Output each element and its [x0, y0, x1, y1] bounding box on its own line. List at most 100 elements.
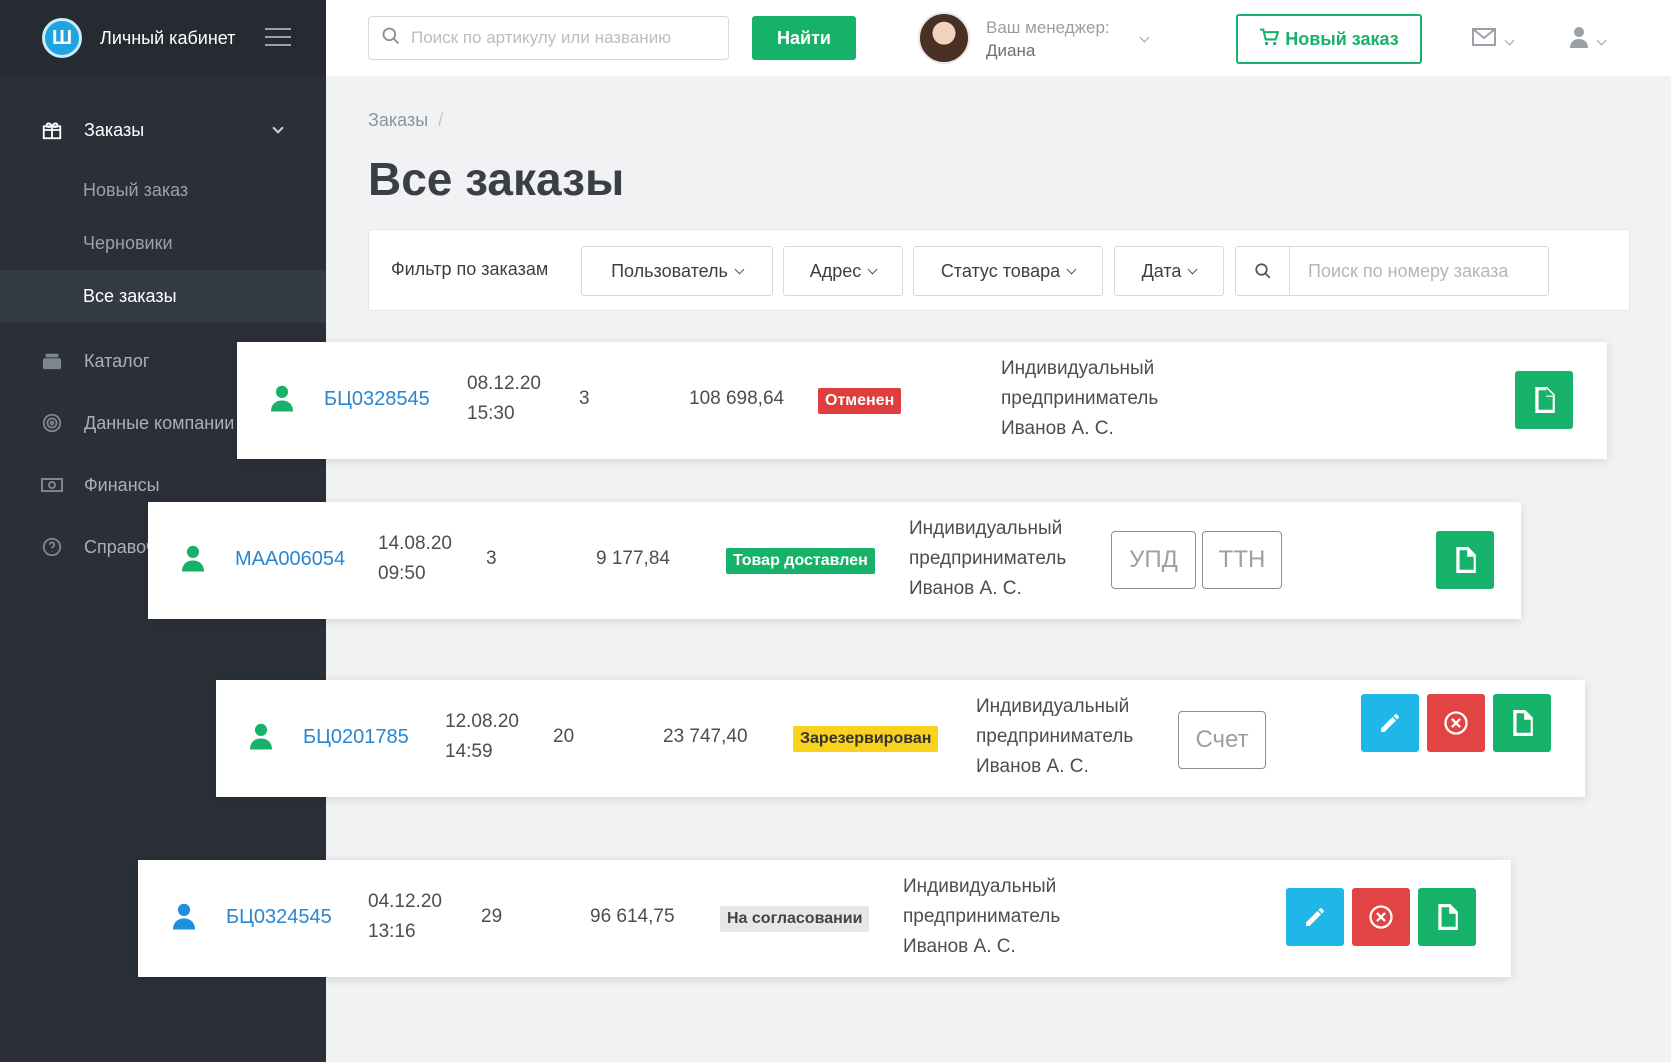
order-card: МАА006054 14.08.20 09:50 3 9 177,84 Товар… — [148, 502, 1521, 619]
money-icon — [40, 473, 64, 497]
user-menu[interactable] — [1570, 26, 1607, 54]
order-customer: Индивидуальный предприниматель Иванов А. С… — [1001, 358, 1159, 439]
date-filter-dropdown[interactable]: Дата — [1114, 246, 1224, 296]
order-number-search-input[interactable] — [1290, 247, 1548, 295]
search-icon[interactable] — [1236, 247, 1290, 295]
user-icon — [250, 722, 272, 755]
close-circle-icon — [1369, 905, 1393, 929]
order-date: 12.08.20 14:59 — [445, 711, 519, 762]
order-date: 08.12.20 15:30 — [467, 373, 541, 424]
status-badge: На согласовании — [720, 906, 870, 932]
order-card: БЦ0324545 04.12.20 13:16 29 96 614,75 На … — [138, 860, 1511, 977]
cart-icon — [1259, 28, 1280, 51]
gift-icon — [40, 118, 64, 142]
document-button[interactable] — [1515, 371, 1573, 429]
order-customer: Индивидуальный предприниматель Иванов А. С… — [976, 696, 1134, 777]
order-number-link[interactable]: БЦ0324545 — [226, 902, 332, 932]
chevron-down-icon — [867, 264, 878, 274]
sidebar-subitem-drafts[interactable]: Черновики — [0, 217, 326, 270]
sidebar-subitem-new-order[interactable]: Новый заказ — [0, 164, 326, 217]
status-badge: Зарезервирован — [793, 726, 939, 752]
sidebar-item-orders[interactable]: Заказы — [0, 102, 326, 158]
user-icon — [1570, 26, 1588, 54]
order-customer: Индивидуальный предприниматель Иванов А. С… — [903, 876, 1061, 957]
fingerprint-icon — [40, 411, 64, 435]
order-date: 14.08.20 09:50 — [378, 533, 452, 584]
order-qty: 3 — [579, 388, 590, 409]
document-icon — [1438, 904, 1458, 930]
upd-document-button[interactable]: УПД — [1111, 531, 1196, 589]
page-title: Все заказы — [368, 153, 625, 205]
order-qty: 20 — [553, 726, 575, 747]
order-number-search[interactable] — [1235, 246, 1549, 296]
product-search[interactable] — [368, 16, 729, 60]
new-order-button[interactable]: Новый заказ — [1236, 14, 1422, 64]
order-number-link[interactable]: МАА006054 — [235, 544, 345, 574]
chevron-down-icon — [734, 264, 745, 274]
logo-icon[interactable]: Ш — [42, 18, 82, 58]
help-icon — [40, 535, 64, 559]
edit-button[interactable] — [1361, 694, 1419, 752]
sidebar-header: Ш Личный кабинет — [0, 0, 326, 76]
user-icon — [271, 384, 293, 417]
search-icon — [381, 26, 401, 51]
sidebar-item-label: Заказы — [84, 119, 145, 140]
cancel-order-button[interactable] — [1427, 694, 1485, 752]
sidebar-title: Личный кабинет — [100, 27, 236, 48]
ttn-document-button[interactable]: ТТН — [1202, 531, 1282, 589]
hamburger-menu-icon[interactable] — [265, 28, 291, 52]
address-filter-label: Адрес — [809, 260, 862, 281]
date-filter-label: Дата — [1141, 260, 1182, 281]
document-button[interactable] — [1436, 531, 1494, 589]
product-search-input[interactable] — [411, 28, 711, 48]
order-qty: 29 — [481, 906, 503, 927]
document-icon — [1513, 710, 1533, 736]
order-customer: Индивидуальный предприниматель Иванов А. С… — [909, 518, 1067, 599]
manager-info[interactable]: Ваш менеджер: Диана — [986, 16, 1110, 62]
user-filter-dropdown[interactable]: Пользователь — [581, 246, 773, 296]
catalog-icon — [40, 349, 64, 373]
invoice-button[interactable]: Счет — [1178, 711, 1266, 769]
order-number-link[interactable]: БЦ0201785 — [303, 722, 409, 752]
find-button[interactable]: Найти — [752, 16, 856, 60]
mail-menu[interactable] — [1472, 28, 1515, 52]
chevron-down-icon — [272, 122, 284, 134]
user-icon — [182, 544, 204, 577]
cancel-order-button[interactable] — [1352, 888, 1410, 946]
chevron-down-icon — [1596, 35, 1607, 45]
chevron-down-icon — [1066, 264, 1077, 274]
document-icon — [1535, 387, 1555, 413]
user-icon — [173, 902, 195, 935]
user-filter-label: Пользователь — [611, 260, 728, 281]
manager-name: Диана — [986, 41, 1036, 60]
status-filter-label: Статус товара — [940, 260, 1061, 281]
filter-bar: Фильтр по заказам Пользователь Адрес Ста… — [368, 229, 1630, 311]
document-button[interactable] — [1493, 694, 1551, 752]
order-card: БЦ0201785 12.08.20 14:59 20 23 747,40 Зар… — [216, 680, 1585, 797]
chevron-down-icon — [1504, 35, 1515, 45]
order-sum: 96 614,75 — [590, 906, 675, 927]
document-icon — [1456, 547, 1476, 573]
manager-avatar — [918, 12, 970, 64]
order-sum: 108 698,64 — [689, 388, 785, 409]
order-date: 04.12.20 13:16 — [368, 891, 442, 942]
breadcrumb-item-orders[interactable]: Заказы — [368, 110, 428, 130]
pencil-icon — [1306, 908, 1324, 926]
breadcrumb: Заказы / — [368, 110, 444, 130]
sidebar-item-label: Каталог — [84, 350, 150, 371]
order-qty: 3 — [486, 548, 497, 569]
edit-button[interactable] — [1286, 888, 1344, 946]
status-badge: Отменен — [818, 388, 902, 414]
order-sum: 23 747,40 — [663, 726, 748, 747]
order-number-link[interactable]: БЦ0328545 — [324, 384, 430, 414]
address-filter-dropdown[interactable]: Адрес — [783, 246, 903, 296]
status-filter-dropdown[interactable]: Статус товара — [913, 246, 1103, 296]
chevron-down-icon[interactable] — [1139, 32, 1150, 43]
filter-label: Фильтр по заказам — [391, 259, 549, 279]
document-button[interactable] — [1418, 888, 1476, 946]
mail-icon — [1472, 28, 1496, 52]
pencil-icon — [1381, 714, 1399, 732]
chevron-down-icon — [1187, 264, 1198, 274]
manager-label: Ваш менеджер: — [986, 18, 1110, 37]
sidebar-subitem-all-orders[interactable]: Все заказы — [0, 270, 326, 323]
